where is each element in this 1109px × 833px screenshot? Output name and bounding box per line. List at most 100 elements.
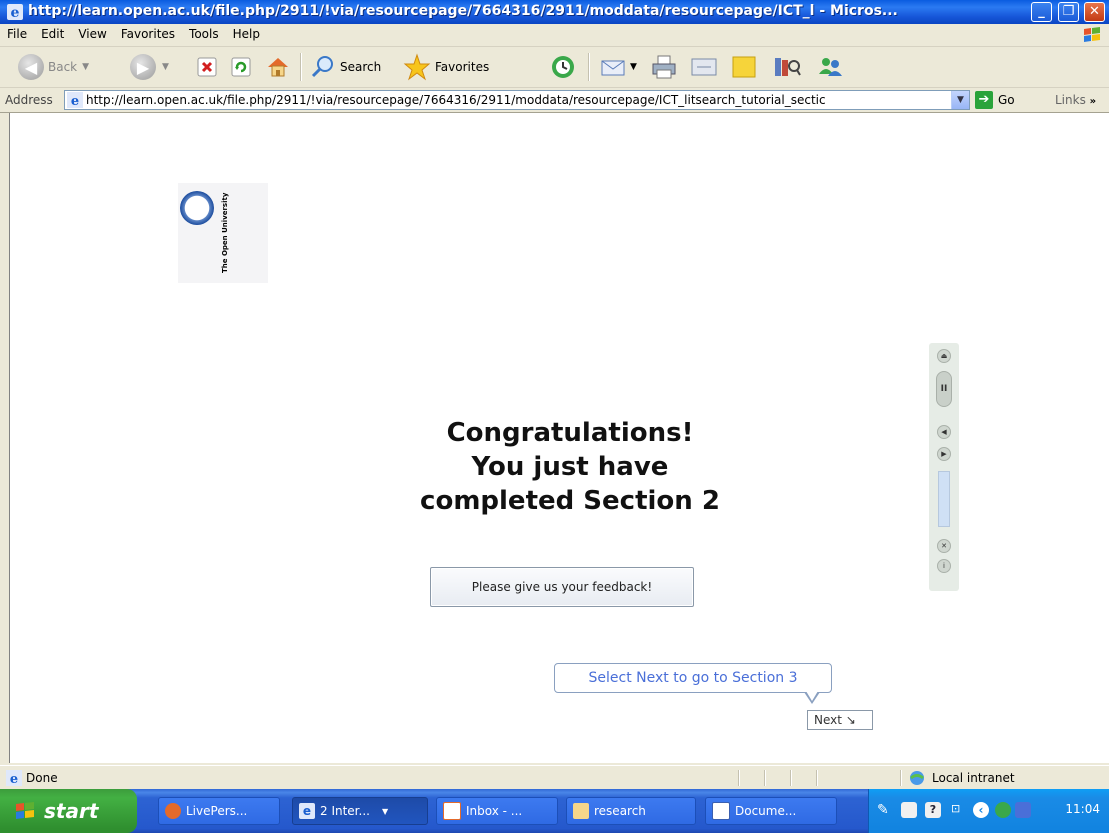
help-icon[interactable]: ?	[925, 802, 941, 818]
windows-flag-icon	[16, 802, 34, 819]
system-tray: ✎ ? ⊡ ‹ 11:04	[868, 789, 1109, 833]
chat-icon[interactable]	[901, 802, 917, 818]
pause-button[interactable]: II	[936, 371, 952, 407]
exit-icon[interactable]: ⏏	[937, 349, 951, 363]
expand-tray-icon[interactable]: ‹	[973, 802, 989, 818]
network-icon[interactable]: ⊡	[951, 802, 967, 818]
rewind-icon[interactable]: ◀	[937, 425, 951, 439]
task-label: Inbox - ...	[466, 804, 523, 818]
address-url: http://learn.open.ac.uk/file.php/2911/!v…	[86, 93, 826, 107]
outlook-icon	[443, 802, 461, 820]
menu-favorites[interactable]: Favorites	[114, 24, 182, 41]
maximize-button[interactable]: ❐	[1058, 2, 1079, 22]
open-university-logo: The Open University	[178, 183, 268, 283]
discuss-button[interactable]	[730, 51, 758, 83]
menu-file[interactable]: File	[0, 24, 34, 41]
menu-edit[interactable]: Edit	[34, 24, 71, 41]
task-label: 2 Inter...	[320, 804, 370, 818]
page-content: The Open University Congratulations! You…	[9, 113, 1109, 763]
close-button[interactable]: ✕	[1084, 2, 1105, 22]
search-button[interactable]: Search	[310, 51, 381, 83]
logo-text: The Open University	[221, 192, 229, 273]
menu-help[interactable]: Help	[226, 24, 267, 41]
mail-dropdown-icon: ▼	[630, 62, 637, 72]
task-liveperson[interactable]: LivePers...	[158, 797, 280, 825]
go-arrow-icon: ➔	[975, 91, 993, 109]
svg-text:e: e	[11, 5, 20, 21]
forward-button[interactable]: ▶ ▼	[130, 51, 169, 83]
stop-button[interactable]	[196, 51, 218, 83]
task-document[interactable]: Docume...	[705, 797, 837, 825]
stop-icon	[197, 57, 217, 77]
info-icon[interactable]: i	[937, 559, 951, 573]
home-button[interactable]	[265, 51, 291, 83]
toolbar-separator	[588, 53, 590, 81]
mail-button[interactable]: ▼	[600, 51, 637, 83]
history-button[interactable]	[550, 51, 576, 83]
congrats-line-1: Congratulations!	[446, 418, 694, 448]
minimize-button[interactable]: _	[1031, 2, 1052, 22]
print-button[interactable]	[650, 51, 678, 83]
search-icon	[311, 56, 333, 78]
next-button[interactable]: Next ↘	[807, 710, 873, 730]
svg-text:e: e	[10, 772, 18, 786]
refresh-icon	[231, 57, 251, 77]
back-button[interactable]: ◀ Back ▼	[18, 51, 89, 83]
links-toolbar[interactable]: Links »	[1055, 93, 1096, 107]
task-research-folder[interactable]: research	[566, 797, 696, 825]
address-input[interactable]: e http://learn.open.ac.uk/file.php/2911/…	[64, 90, 970, 110]
address-dropdown-icon[interactable]: ▼	[951, 91, 969, 109]
task-label: LivePers...	[186, 804, 248, 818]
back-label: Back	[48, 60, 78, 74]
progress-slider[interactable]	[938, 471, 950, 527]
task-inbox[interactable]: Inbox - ...	[436, 797, 558, 825]
start-button[interactable]: start	[0, 789, 137, 833]
task-group-dropdown-icon: ▼	[381, 806, 389, 816]
favorites-label: Favorites	[435, 60, 490, 74]
print-icon	[652, 55, 676, 79]
address-label: Address	[5, 93, 53, 107]
favorites-button[interactable]: Favorites	[403, 51, 489, 83]
close-player-icon[interactable]: ✕	[937, 539, 951, 553]
forward-arrow-icon: ▶	[130, 54, 156, 80]
task-label: Docume...	[735, 804, 797, 818]
sticky-note-icon	[732, 56, 756, 78]
edit-button[interactable]	[690, 51, 718, 83]
home-icon	[268, 58, 288, 77]
go-button[interactable]: ➔ Go	[975, 91, 1015, 109]
playback-controls: ⏏ II ◀ ▶ ✕ i	[929, 343, 959, 591]
status-bar: e Done Local intranet	[0, 765, 1109, 790]
congrats-line-2: You just have	[471, 452, 669, 482]
taskbar: start LivePers... e 2 Inter... ▼ Inbox -…	[0, 789, 1109, 833]
refresh-button[interactable]	[230, 51, 252, 83]
back-arrow-icon: ◀	[18, 54, 44, 80]
address-bar: Address e http://learn.open.ac.uk/file.p…	[0, 88, 1109, 113]
links-label: Links	[1055, 93, 1086, 107]
menu-tools[interactable]: Tools	[182, 24, 226, 41]
status-text: Done	[26, 771, 58, 785]
ie-status-icon: e	[6, 770, 22, 786]
chevron-right-icon: »	[1089, 96, 1097, 107]
forward-icon[interactable]: ▶	[937, 447, 951, 461]
word-icon	[712, 802, 730, 820]
feedback-button[interactable]: Please give us your feedback!	[430, 567, 694, 607]
mail-icon	[601, 60, 625, 76]
task-internet-explorer[interactable]: e 2 Inter... ▼	[292, 797, 428, 825]
pen-icon[interactable]: ✎	[877, 802, 893, 818]
window-title: http://learn.open.ac.uk/file.php/2911/!v…	[28, 3, 898, 19]
svg-text:e: e	[71, 94, 79, 108]
forward-dropdown-icon: ▼	[162, 62, 169, 72]
history-icon	[552, 56, 574, 78]
messenger-button[interactable]	[815, 51, 845, 83]
messenger-tray-icon[interactable]	[995, 802, 1011, 818]
security-zone: Local intranet	[932, 771, 1015, 785]
windows-flag-icon	[1084, 27, 1100, 42]
menu-view[interactable]: View	[71, 24, 113, 41]
congrats-line-3: completed Section 2	[420, 486, 720, 516]
globe-icon	[910, 771, 924, 785]
clock[interactable]: 11:04	[1065, 802, 1100, 816]
research-button[interactable]	[772, 51, 802, 83]
search-label: Search	[340, 60, 382, 74]
ie-window-icon: e	[7, 4, 23, 21]
volume-icon[interactable]	[1015, 802, 1031, 818]
